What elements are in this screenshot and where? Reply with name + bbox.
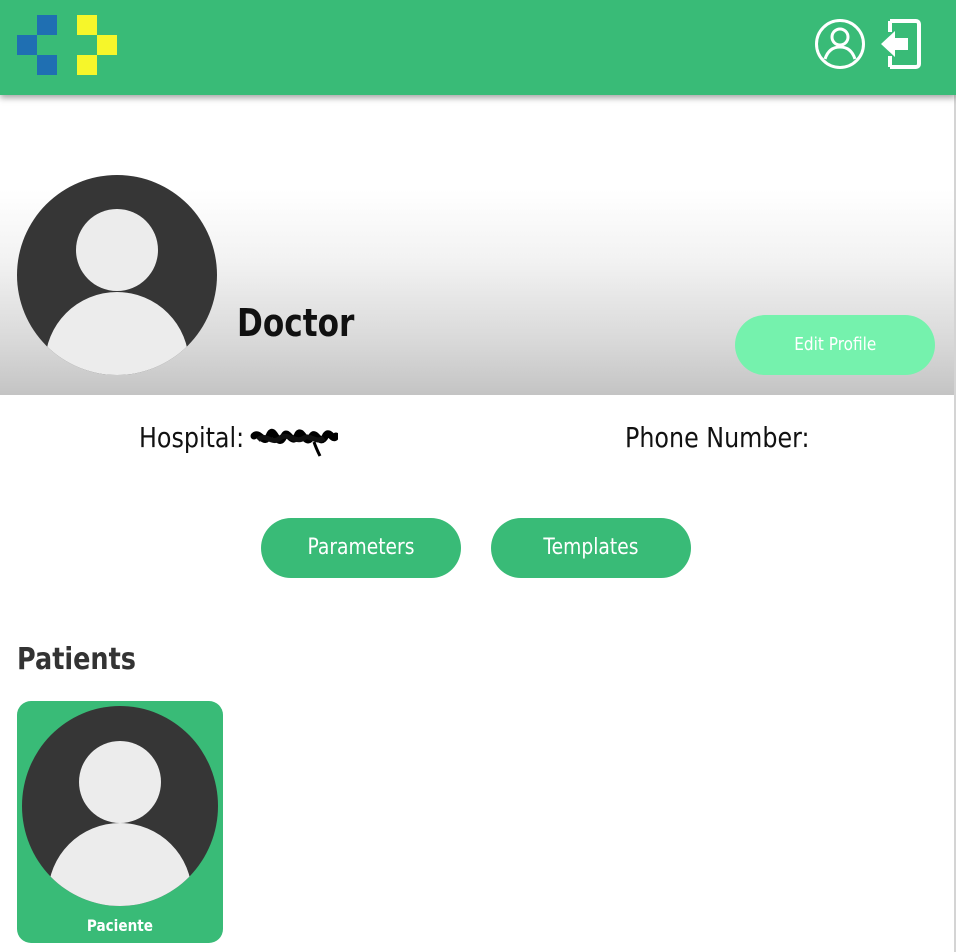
user-circle-icon [815, 19, 865, 69]
default-avatar-icon [17, 175, 217, 375]
logout-button[interactable] [878, 18, 922, 70]
templates-label: Templates [543, 535, 639, 560]
app-logo[interactable] [17, 15, 118, 76]
patient-card[interactable]: Paciente [17, 701, 223, 943]
doctor-name: Doctor [237, 301, 355, 345]
logout-door-icon [881, 19, 921, 69]
templates-button[interactable]: Templates [491, 518, 691, 578]
parameters-label: Parameters [307, 535, 415, 560]
patients-title: Patients [17, 642, 136, 677]
edit-profile-button[interactable]: Edit Profile [735, 315, 935, 375]
profile-button[interactable] [814, 18, 866, 70]
edit-profile-label: Edit Profile [793, 334, 877, 355]
hospital-label: Hospital: [139, 421, 245, 454]
redaction-scribble [250, 428, 338, 457]
patient-name: Paciente [17, 915, 223, 937]
default-avatar-icon [22, 706, 218, 906]
top-bar [0, 0, 956, 95]
phone-number-label: Phone Number: [625, 421, 810, 454]
patient-name-text: Paciente [86, 916, 154, 935]
parameters-button[interactable]: Parameters [261, 518, 461, 578]
